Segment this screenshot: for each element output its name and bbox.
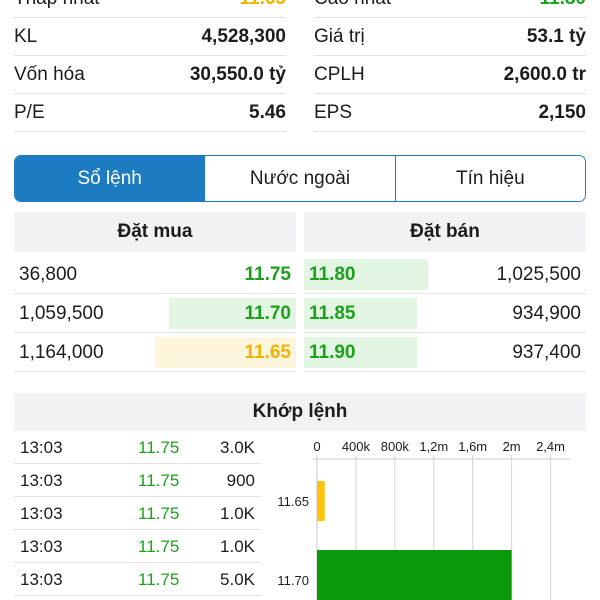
buy-order-volume: 1,164,000	[19, 342, 104, 363]
x-tick-label: 800k	[381, 439, 410, 454]
buy-orders-header: Đặt mua	[14, 212, 296, 252]
tab-bar: Sổ lệnh Nước ngoài Tín hiệu	[14, 155, 586, 202]
tab-foreign[interactable]: Nước ngoài	[204, 156, 395, 201]
stat-value: 5.46	[249, 101, 286, 123]
buy-order-volume: 1,059,500	[19, 303, 104, 324]
stat-value: 11.65	[240, 0, 287, 10]
stat-value: 2,150	[538, 101, 586, 123]
buy-order-row[interactable]: 36,800 11.75	[14, 256, 296, 294]
trade-time: 13:03	[20, 471, 63, 490]
stat-row: Giá trị 53.1 tỷ	[314, 18, 586, 56]
volume-chart-svg: 0 400k 800k 1,2m 1,6m 2m 2,4m 11.65 11.70	[277, 439, 570, 600]
trade-time: 13:03	[20, 537, 63, 556]
buy-order-price: 11.75	[244, 264, 292, 285]
stat-row: EPS 2,150	[314, 94, 586, 132]
x-tick-label: 2m	[503, 439, 521, 454]
stat-label: Giá trị	[314, 25, 365, 47]
stat-label: Vốn hóa	[14, 63, 85, 85]
sell-order-row[interactable]: 937,400 11.90	[304, 334, 586, 372]
buy-order-price: 11.65	[244, 342, 292, 363]
trade-row: 13:03 11.75 1.0K	[14, 497, 261, 530]
volume-bar-11-70	[317, 550, 512, 600]
x-tick-label: 2,4m	[536, 439, 565, 454]
trade-vol: 900	[226, 471, 255, 490]
trade-row: 13:03 11.75 3.0K	[14, 431, 261, 464]
trade-row: 13:03 11.75 900	[14, 464, 261, 497]
stat-row: Vốn hóa 30,550.0 tỷ	[14, 56, 286, 94]
stat-row: CPLH 2,600.0 tr	[314, 56, 586, 94]
stat-label: CPLH	[314, 63, 365, 85]
buy-order-row[interactable]: 1,164,000 11.65	[14, 334, 296, 372]
x-tick-label: 1,6m	[458, 439, 487, 454]
trade-row: 13:03 11.75 5.0K	[14, 563, 261, 596]
y-tick-label: 11.65	[277, 494, 309, 509]
stat-value: 11.80	[540, 0, 587, 10]
trade-vol: 1.0K	[220, 537, 255, 556]
buy-order-row[interactable]: 1,059,500 11.70	[14, 295, 296, 333]
trade-vol: 5.0K	[220, 570, 255, 589]
sell-order-volume: 1,025,500	[496, 264, 581, 285]
trade-price: 11.75	[138, 570, 180, 589]
stat-label: EPS	[314, 101, 353, 123]
x-tick-label: 400k	[342, 439, 371, 454]
tab-signals[interactable]: Tín hiệu	[394, 156, 585, 201]
trade-time: 13:03	[20, 570, 63, 589]
sell-orders-header: Đặt bán	[304, 212, 586, 252]
matched-trades-header: Khớp lệnh	[14, 393, 586, 431]
sell-order-price: 11.90	[309, 342, 356, 363]
stat-label: KL	[14, 25, 38, 47]
sell-order-row[interactable]: 934,900 11.85	[304, 295, 586, 333]
sell-order-price: 11.85	[309, 303, 356, 324]
trade-price: 11.75	[138, 438, 180, 457]
x-tick-label: 1,2m	[419, 439, 448, 454]
stat-value: 4,528,300	[201, 25, 286, 47]
stat-row: P/E 5.46	[14, 94, 286, 132]
buy-order-volume: 36,800	[19, 264, 78, 285]
y-tick-label: 11.70	[277, 573, 309, 588]
trade-row: 13:03 11.75 1.0K	[14, 530, 261, 563]
trade-vol: 1.0K	[220, 504, 255, 523]
trade-vol: 3.0K	[220, 438, 255, 457]
x-tick-label: 0	[313, 439, 320, 454]
tab-order-book[interactable]: Sổ lệnh	[15, 156, 205, 201]
sell-order-volume: 934,900	[512, 303, 581, 324]
trade-time: 13:03	[20, 504, 63, 523]
sell-order-row[interactable]: 1,025,500 11.80	[304, 256, 586, 294]
stat-value: 53.1 tỷ	[526, 25, 586, 47]
sell-order-price: 11.80	[309, 264, 356, 285]
buy-order-price: 11.70	[244, 303, 292, 324]
stat-label: Cao nhất	[314, 0, 540, 10]
trade-price: 11.75	[138, 537, 180, 556]
stat-row: Thấp nhất11.65	[14, 0, 286, 18]
stat-row: Cao nhất11.80	[314, 0, 586, 18]
volume-by-price-chart: 0 400k 800k 1,2m 1,6m 2m 2,4m 11.65 11.70	[270, 431, 586, 600]
stat-row: KL 4,528,300	[14, 18, 286, 56]
stat-label: P/E	[14, 101, 45, 123]
sell-order-volume: 937,400	[512, 342, 581, 363]
trade-price: 11.75	[138, 504, 180, 523]
stat-value: 30,550.0 tỷ	[189, 63, 286, 85]
trade-time: 13:03	[20, 438, 63, 457]
stat-label: Thấp nhất	[14, 0, 240, 10]
volume-bar-11-65	[317, 481, 325, 521]
trade-price: 11.75	[138, 471, 180, 490]
stat-value: 2,600.0 tr	[503, 63, 586, 85]
